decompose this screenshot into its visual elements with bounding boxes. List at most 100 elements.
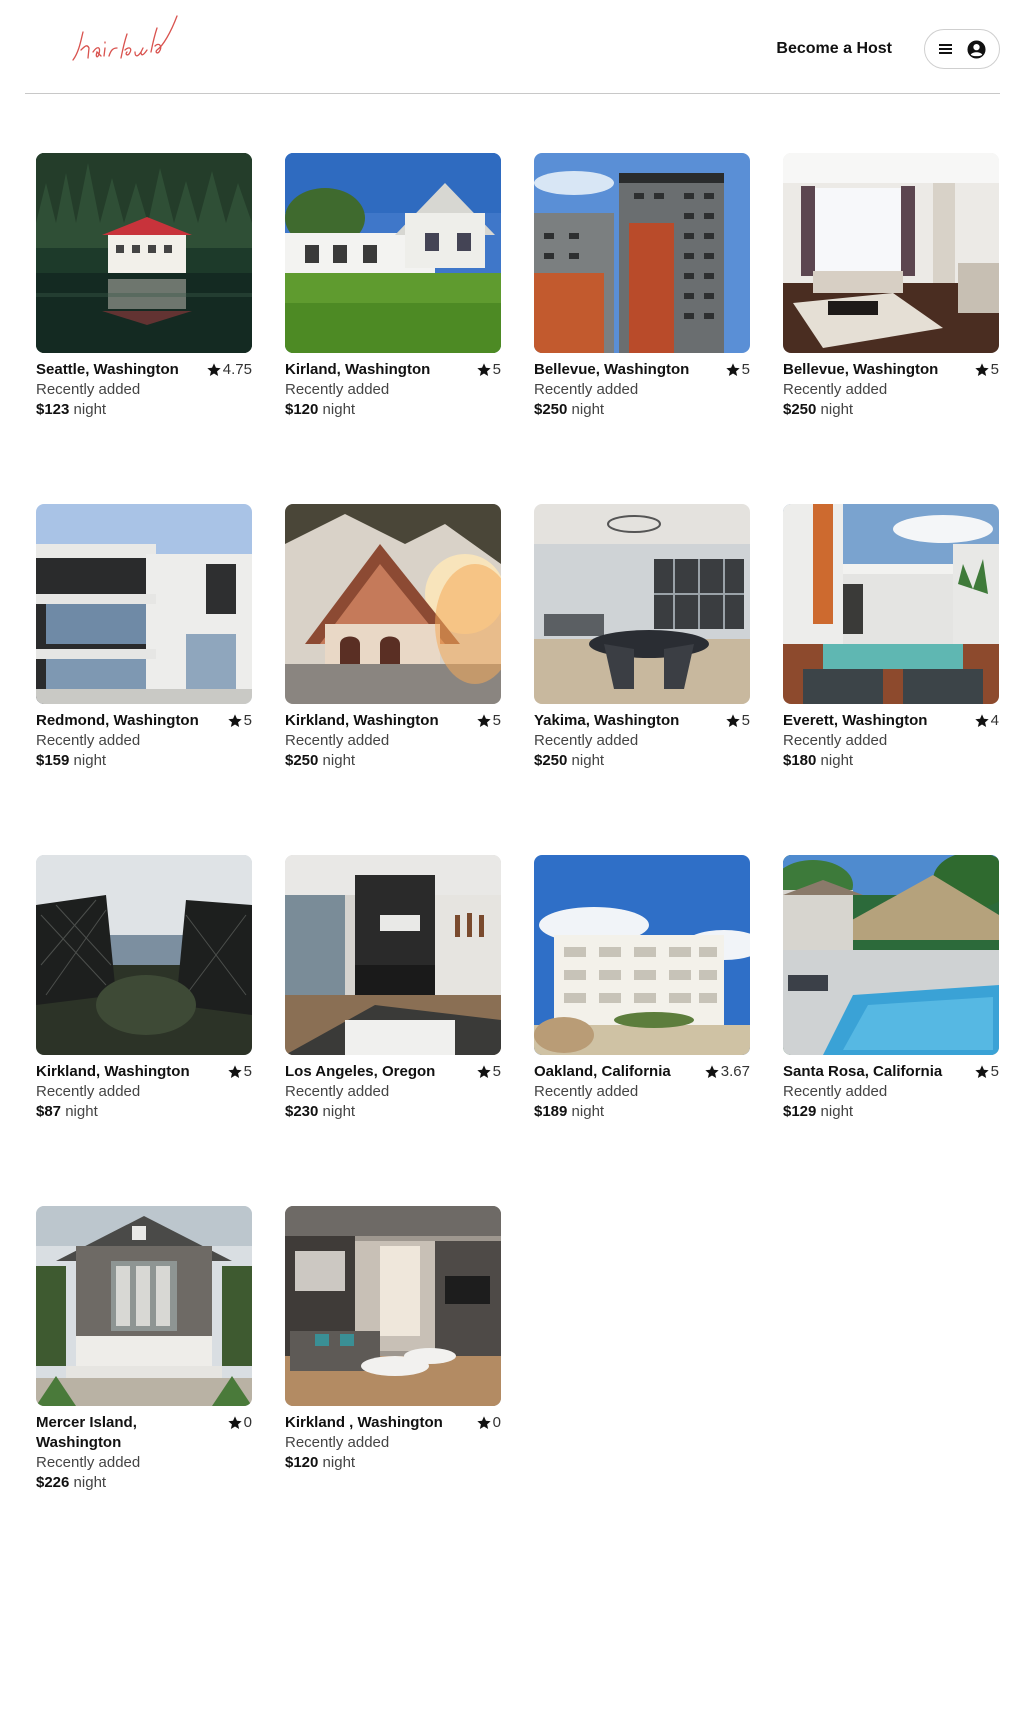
lake-house-photo (36, 153, 252, 353)
a-frame-sunset-photo (285, 504, 501, 704)
rating-value: 5 (243, 712, 252, 729)
listing-info: Yakima, Washington 5 Recently added $250… (534, 711, 750, 771)
listing-price-line: $180 night (783, 751, 999, 771)
listing-price: $123 (36, 401, 70, 418)
white-house-lawn-photo (285, 153, 501, 353)
rating-value: 5 (492, 361, 501, 378)
price-unit: night (571, 401, 605, 418)
listing-photo[interactable] (285, 855, 501, 1055)
listing-price: $250 (534, 401, 568, 418)
listing-location: Bellevue, Washington (783, 361, 939, 378)
listing-photo[interactable] (285, 153, 501, 353)
price-unit: night (65, 1103, 98, 1120)
loft-living-photo (285, 855, 501, 1055)
listing-price-line: $159 night (36, 751, 252, 771)
star-icon (476, 1416, 491, 1429)
listing-photo[interactable] (36, 855, 252, 1055)
listing-location: Kirland, Washington (285, 361, 431, 378)
price-unit: night (820, 401, 854, 418)
rating-value: 0 (492, 1414, 501, 1431)
listing-card-6[interactable]: Kirkland, Washington 5 Recently added $2… (285, 504, 501, 855)
price-unit: night (820, 1103, 854, 1120)
listing-status: Recently added (285, 381, 390, 398)
cozy-living-photo (285, 1206, 501, 1406)
price-unit: night (73, 401, 107, 418)
listing-header-row: Oakland, California 3.67 (534, 1062, 750, 1082)
listing-rating: 5 (476, 711, 501, 731)
listing-card-9[interactable]: Kirkland, Washington 5 Recently added $8… (36, 855, 252, 1206)
user-menu-button[interactable] (924, 29, 1000, 69)
listing-price: $250 (534, 752, 568, 769)
listing-header-row: Redmond, Washington 5 (36, 711, 252, 731)
listing-card-12[interactable]: Santa Rosa, California 5 Recently added … (783, 855, 999, 1206)
white-apartment-photo (534, 855, 750, 1055)
listing-card-3[interactable]: Bellevue, Washington 5 Recently added $2… (534, 153, 750, 504)
listing-price: $120 (285, 401, 319, 418)
listing-status: Recently added (285, 732, 390, 749)
listing-photo[interactable] (534, 855, 750, 1055)
rating-value: 5 (741, 712, 750, 729)
listing-location: Kirkland, Washington (285, 712, 439, 729)
listing-price: $159 (36, 752, 70, 769)
modern-house-photo (36, 504, 252, 704)
listing-card-2[interactable]: Kirland, Washington 5 Recently added $12… (285, 153, 501, 504)
listing-card-11[interactable]: Oakland, California 3.67 Recently added … (534, 855, 750, 1206)
price-unit: night (322, 401, 356, 418)
listing-photo[interactable] (36, 504, 252, 704)
listing-location: Yakima, Washington (534, 712, 680, 729)
listing-photo[interactable] (534, 504, 750, 704)
listing-photo[interactable] (783, 504, 999, 704)
listing-card-13[interactable]: Mercer Island, Washington 0 Recently add… (36, 1206, 252, 1557)
brand-logo[interactable] (71, 12, 181, 72)
listing-photo[interactable] (285, 1206, 501, 1406)
listing-header-row: Kirkland, Washington 5 (285, 711, 501, 731)
listing-info: Redmond, Washington 5 Recently added $15… (36, 711, 252, 771)
listing-price-line: $250 night (285, 751, 501, 771)
listing-location: Kirkland , Washington (285, 1414, 443, 1431)
user-circle-icon (966, 39, 986, 59)
listing-price: $250 (285, 752, 319, 769)
star-icon (476, 714, 491, 727)
star-icon (725, 714, 740, 727)
listing-price-line: $226 night (36, 1473, 252, 1493)
rating-value: 3.67 (720, 1063, 750, 1080)
listing-status: Recently added (36, 381, 141, 398)
star-icon (705, 1065, 719, 1078)
listing-card-7[interactable]: Yakima, Washington 5 Recently added $250… (534, 504, 750, 855)
listing-rating: 4.75 (206, 360, 252, 380)
rating-value: 4 (990, 712, 999, 729)
star-icon (227, 1416, 242, 1429)
listing-rating: 5 (974, 360, 999, 380)
listing-rating: 5 (476, 360, 501, 380)
listing-location: Redmond, Washington (36, 712, 199, 729)
listing-photo[interactable] (783, 855, 999, 1055)
star-icon (476, 1065, 491, 1078)
star-icon (725, 363, 740, 376)
listing-card-10[interactable]: Los Angeles, Oregon 5 Recently added $23… (285, 855, 501, 1206)
listing-photo[interactable] (783, 153, 999, 353)
listing-card-5[interactable]: Redmond, Washington 5 Recently added $15… (36, 504, 252, 855)
listing-info: Kirkland , Washington 0 Recently added $… (285, 1413, 501, 1473)
listing-price-line: $189 night (534, 1102, 750, 1122)
tower-apartment-photo (534, 153, 750, 353)
rating-value: 5 (990, 361, 999, 378)
listing-rating: 5 (725, 711, 750, 731)
price-unit: night (73, 752, 107, 769)
listing-card-1[interactable]: Seattle, Washington 4.75 Recently added … (36, 153, 252, 504)
listing-rating: 5 (227, 711, 252, 731)
listing-price: $189 (534, 1103, 568, 1120)
porch-house-photo (36, 1206, 252, 1406)
listing-card-4[interactable]: Bellevue, Washington 5 Recently added $2… (783, 153, 999, 504)
courtyard-pool-photo (783, 504, 999, 704)
listing-location: Los Angeles, Oregon (285, 1063, 436, 1080)
become-host-link[interactable]: Become a Host (776, 40, 892, 58)
star-icon (974, 714, 989, 727)
listing-photo[interactable] (285, 504, 501, 704)
listing-rating: 0 (476, 1413, 501, 1433)
listing-card-14[interactable]: Kirkland , Washington 0 Recently added $… (285, 1206, 501, 1557)
rating-value: 0 (243, 1414, 252, 1431)
listing-photo[interactable] (36, 153, 252, 353)
listing-photo[interactable] (534, 153, 750, 353)
listing-card-8[interactable]: Everett, Washington 4 Recently added $18… (783, 504, 999, 855)
listing-photo[interactable] (36, 1206, 252, 1406)
